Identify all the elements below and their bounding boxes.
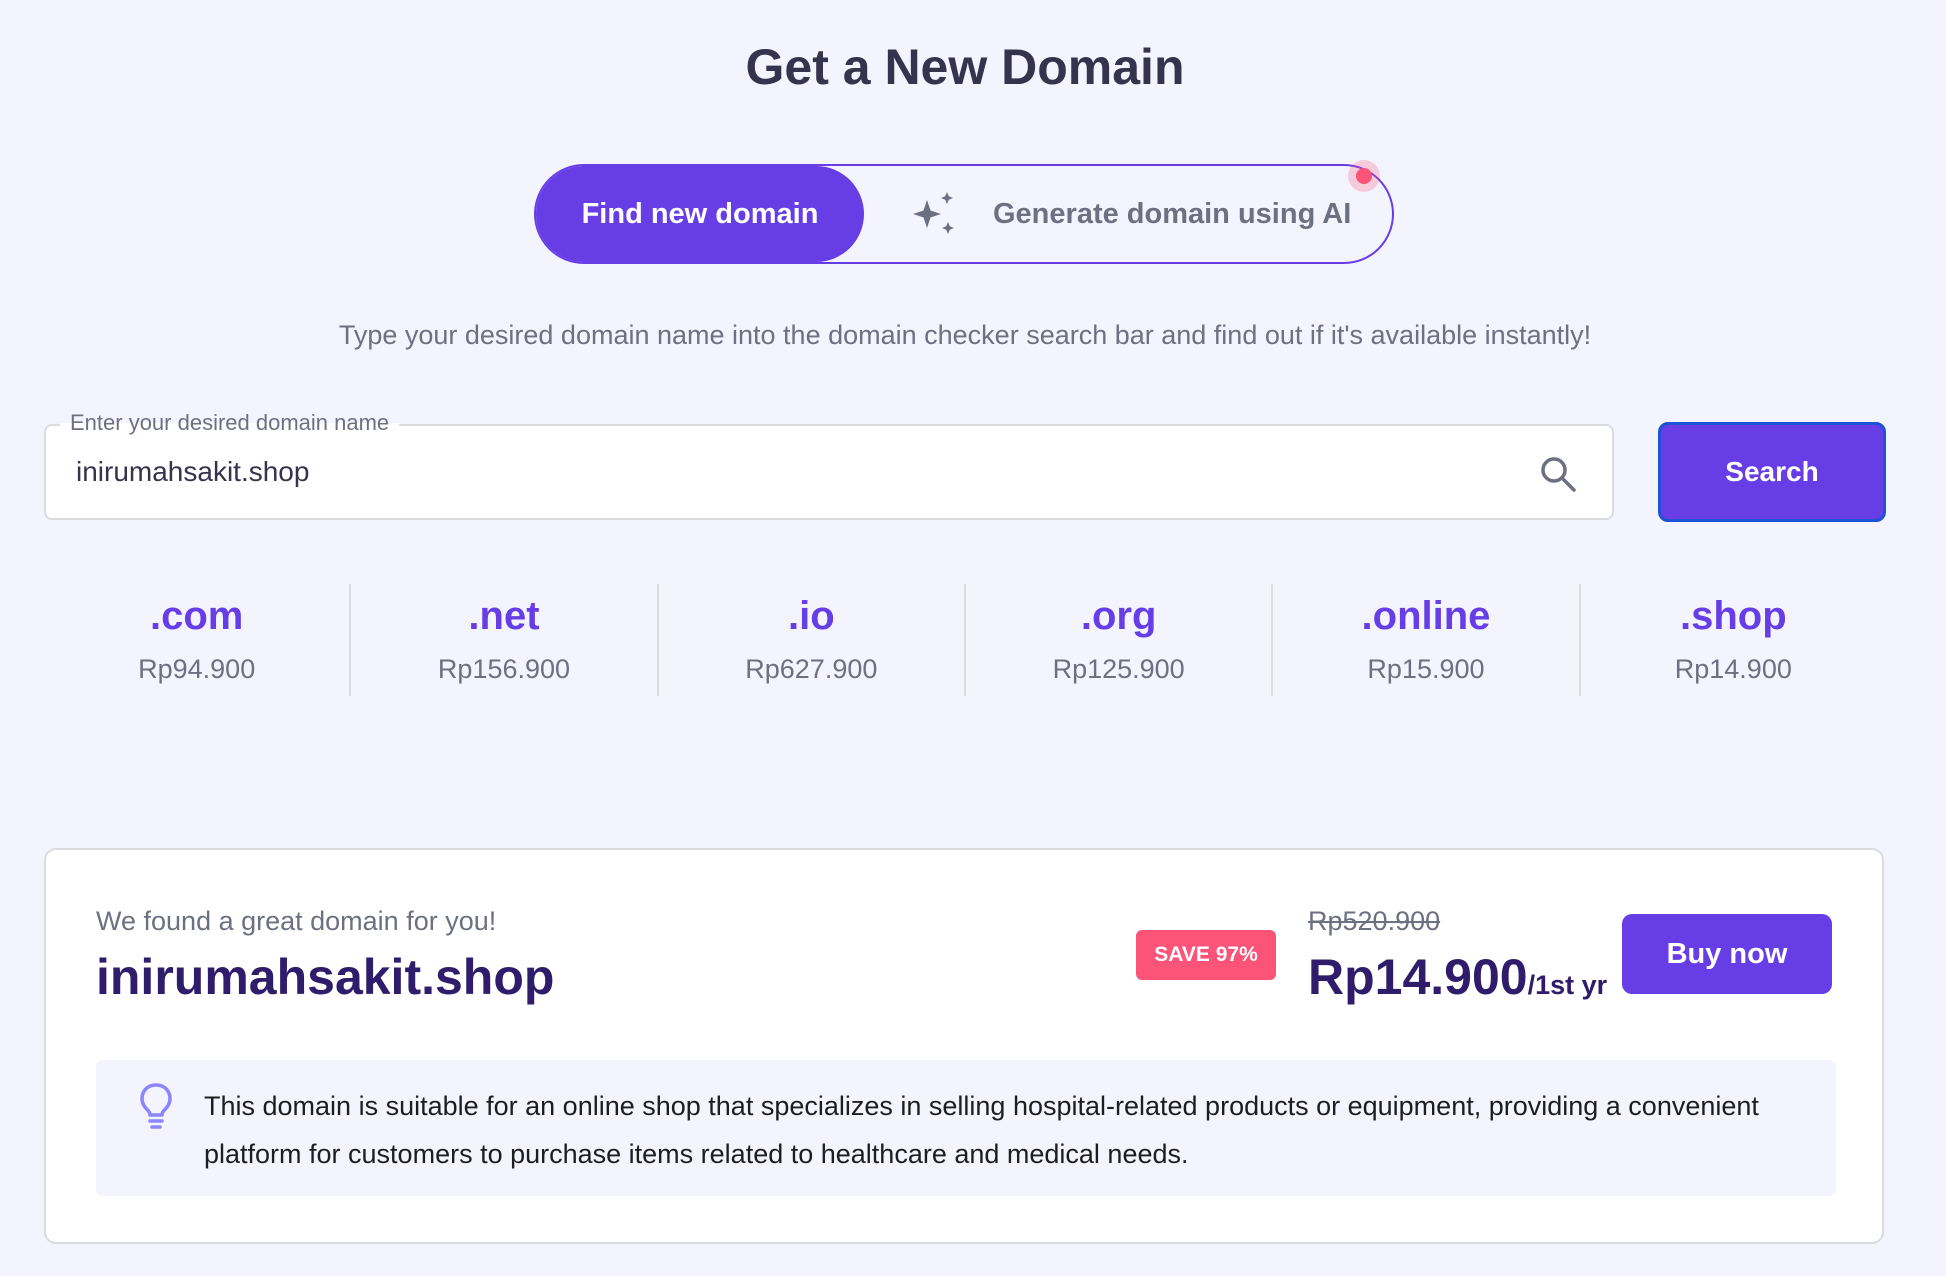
- tld-item[interactable]: .com Rp94.900: [44, 584, 349, 696]
- tld-price: Rp125.900: [1052, 653, 1185, 684]
- domain-search-field[interactable]: Enter your desired domain name inirumahs…: [44, 410, 1614, 520]
- intro-text: Type your desired domain name into the d…: [338, 320, 1592, 350]
- tld-price: Rp94.900: [138, 653, 256, 684]
- tld-name: .net: [468, 593, 540, 638]
- lightbulb-icon: [140, 1083, 172, 1129]
- buy-now-button[interactable]: Buy now: [1622, 914, 1832, 994]
- tld-item[interactable]: .shop Rp14.900: [1578, 584, 1886, 696]
- tld-price: Rp627.900: [745, 653, 878, 684]
- tld-name: .shop: [1679, 593, 1787, 638]
- tld-item[interactable]: .net Rp156.900: [349, 584, 656, 696]
- discounted-price: Rp14.900/1st yr: [1308, 948, 1607, 1006]
- search-input[interactable]: inirumahsakit.shop: [76, 426, 309, 518]
- mode-toggle: Find new domain Generate domain using AI: [534, 160, 1394, 264]
- result-label: We found a great domain for you!: [96, 906, 497, 936]
- tld-item[interactable]: .org Rp125.900: [963, 584, 1271, 696]
- tld-name: .io: [787, 593, 835, 638]
- tld-item[interactable]: .online Rp15.900: [1271, 584, 1578, 696]
- domain-result-card: We found a great domain for you! iniruma…: [44, 848, 1884, 1244]
- sparkles-icon: [913, 192, 954, 234]
- page-title: Get a New Domain: [745, 39, 1185, 95]
- tld-name: .online: [1361, 593, 1491, 638]
- notification-dot: [1348, 160, 1380, 192]
- search-button[interactable]: Search: [1658, 422, 1886, 522]
- price-amount: Rp14.900: [1308, 949, 1528, 1005]
- price-period: /1st yr: [1527, 970, 1608, 1000]
- discount-badge: SAVE 97%: [1136, 930, 1276, 980]
- generate-domain-ai-label: Generate domain using AI: [993, 197, 1352, 230]
- generate-domain-ai-tab[interactable]: Generate domain using AI: [911, 166, 1351, 262]
- tld-price: Rp14.900: [1674, 653, 1792, 684]
- tip-text: This domain is suitable for an online sh…: [204, 1091, 1759, 1169]
- find-new-domain-tab[interactable]: Find new domain: [536, 166, 864, 262]
- tld-price: Rp15.900: [1367, 653, 1485, 684]
- domain-search-page: Get a New Domain Find new domain Generat…: [0, 0, 1946, 1276]
- search-icon[interactable]: [1538, 454, 1578, 494]
- tld-name: .org: [1080, 593, 1157, 638]
- tld-name: .com: [149, 593, 244, 638]
- result-domain: inirumahsakit.shop: [96, 949, 555, 1005]
- tld-item[interactable]: .io Rp627.900: [656, 584, 964, 696]
- original-price: Rp520.900: [1308, 906, 1441, 936]
- tld-price-list: .com Rp94.900 .net Rp156.900 .io Rp627.9…: [44, 584, 1886, 696]
- tld-price: Rp156.900: [437, 653, 571, 684]
- domain-suggestion-tip: This domain is suitable for an online sh…: [96, 1060, 1836, 1196]
